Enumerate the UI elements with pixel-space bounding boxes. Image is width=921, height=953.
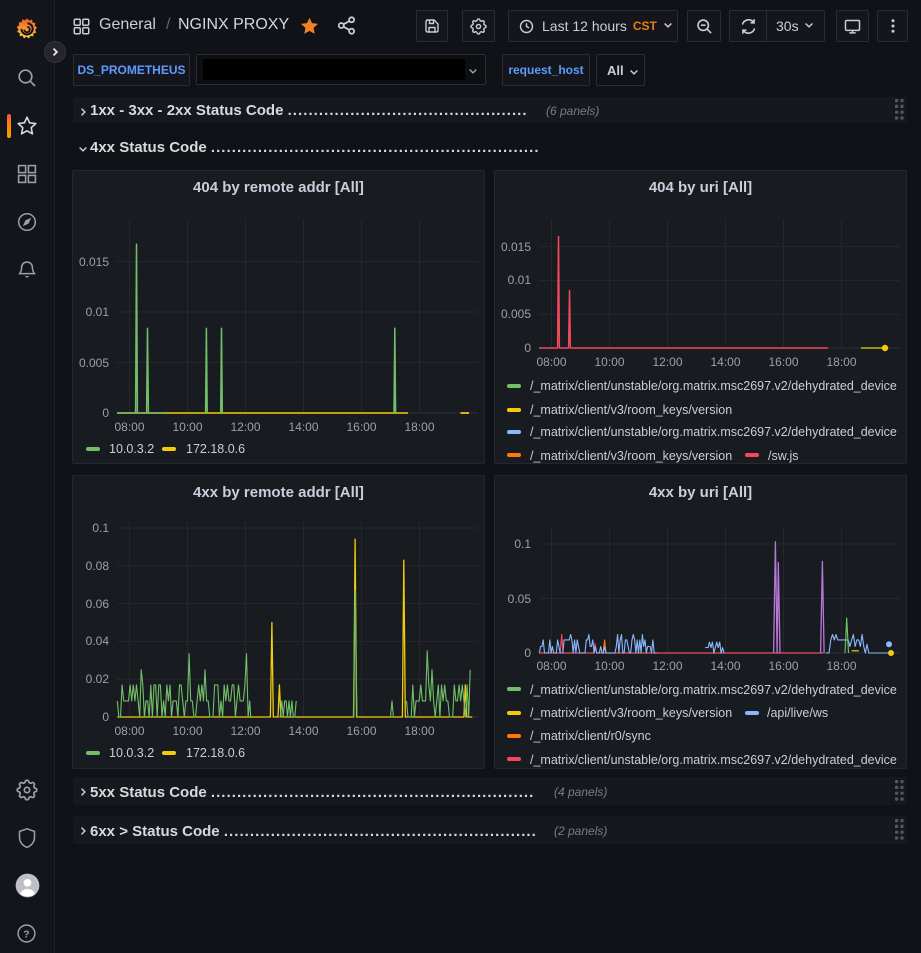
svg-text:?: ? xyxy=(23,928,29,940)
